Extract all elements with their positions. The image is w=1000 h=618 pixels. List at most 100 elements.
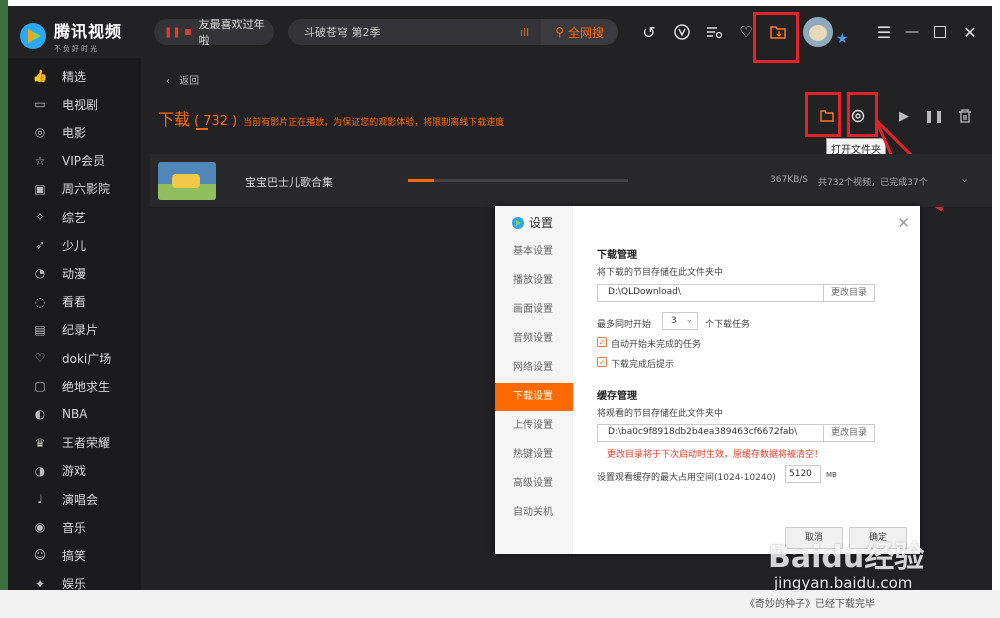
sidebar-item-label: 演唱会 xyxy=(62,492,99,507)
minimize-icon[interactable]: — xyxy=(900,20,924,44)
settings-tab-7[interactable]: 热键设置 xyxy=(495,441,573,469)
open-folder-highlight xyxy=(805,92,841,137)
sidebar-item-6[interactable]: ➶ 少儿 xyxy=(8,231,141,259)
sidebar-item-8[interactable]: ◌ 看看 xyxy=(8,288,141,316)
sidebar-item-label: 游戏 xyxy=(62,464,87,479)
download-item[interactable]: 宝宝巴士儿歌合集 367KB/S 共732个视频，已完成37个 ⌄ xyxy=(150,154,992,207)
settings-tab-8[interactable]: 高级设置 xyxy=(495,470,573,498)
chevron-left-icon: ‹ xyxy=(166,76,170,87)
sidebar-item-11[interactable]: ▢ 绝地求生 xyxy=(8,372,141,400)
settings-tab-0[interactable]: 基本设置 xyxy=(495,238,573,266)
cache-max-label: 设置观看缓存的最大占用空间(1024-10240) xyxy=(597,473,776,483)
settings-tab-5[interactable]: 下载设置 xyxy=(495,383,573,411)
cache-unit: MB xyxy=(826,471,837,479)
close-icon[interactable]: ✕ xyxy=(958,20,982,44)
sidebar-item-0[interactable]: 👍 精选 xyxy=(8,62,141,90)
sidebar: 👍 精选 ▭ 电视剧 ◎ 电影 ☆ VIP会员 ▣ 周六影院 ✧ 综艺 ➶ 少儿 ◔ 动漫 ◌ 看看 ▤ 纪录片 ♡ do… xyxy=(8,58,141,590)
now-playing-title: 友最喜欢过年啦 xyxy=(198,18,265,47)
search-input[interactable]: 斗破苍穹 第2季 xyxy=(304,24,520,40)
back-link[interactable]: ‹ 返回 xyxy=(166,72,199,87)
sidebar-item-label: 精选 xyxy=(62,69,87,84)
star-outline-icon: ☆ xyxy=(34,153,46,168)
page-title: 下载 xyxy=(158,110,191,129)
sidebar-item-1[interactable]: ▭ 电视剧 xyxy=(8,90,141,118)
history-icon[interactable]: ↺ xyxy=(637,20,661,44)
settings-dialog: 基本设置 播放设置 画面设置 音频设置 网络设置 下载设置 上传设置 热键设置 高级设置 自动关机… xyxy=(495,206,920,554)
change-cache-dir-button[interactable]: 更改目录 xyxy=(823,425,874,441)
sidebar-item-18[interactable]: ✦ 娱乐 xyxy=(8,570,141,590)
sidebar-item-label: 综艺 xyxy=(62,210,87,225)
sidebar-item-10[interactable]: ♡ doki广场 xyxy=(8,344,141,372)
sparkle-icon: ✦ xyxy=(34,576,46,590)
title-bar: 腾讯视频 不负好时光 ❚❚ 友最喜欢过年啦 斗破苍穹 第2季 ıll ⚲ 全网搜… xyxy=(8,6,992,63)
delete-icon[interactable] xyxy=(953,104,977,128)
sidebar-item-13[interactable]: ♛ 王者荣耀 xyxy=(8,429,141,457)
sidebar-item-3[interactable]: ☆ VIP会员 xyxy=(8,147,141,175)
maximize-icon[interactable] xyxy=(928,20,952,44)
vip-star-icon: ★ xyxy=(836,31,849,47)
sidebar-item-label: 音乐 xyxy=(62,520,87,535)
search-button[interactable]: ⚲ 全网搜 xyxy=(541,19,618,45)
settings-tab-1[interactable]: 播放设置 xyxy=(495,267,573,295)
speed-limit-notice: 当前有影片正在播放，为保证您的观影体验，将限制离线下载速度 xyxy=(243,118,505,128)
dialog-close-icon[interactable]: ✕ xyxy=(897,214,910,232)
user-avatar[interactable] xyxy=(803,17,833,47)
download-progress-bar xyxy=(408,179,628,182)
playlist-icon[interactable] xyxy=(702,20,726,44)
download-thumbnail xyxy=(158,162,216,200)
settings-tab-9[interactable]: 自动关机 xyxy=(495,499,573,527)
sidebar-item-14[interactable]: ◑ 游戏 xyxy=(8,457,141,485)
sidebar-item-label: 王者荣耀 xyxy=(62,436,111,451)
menu-icon[interactable]: ☰ xyxy=(872,20,896,44)
sidebar-item-label: doki广场 xyxy=(62,351,112,366)
download-icon-highlight xyxy=(753,12,799,63)
app-logo-title: 腾讯视频 xyxy=(54,22,123,41)
magic-wand-icon: ✧ xyxy=(34,210,46,224)
sidebar-item-17[interactable]: ☺ 搞笑 xyxy=(8,541,141,569)
sidebar-item-5[interactable]: ✧ 综艺 xyxy=(8,203,141,231)
settings-tab-4[interactable]: 网络设置 xyxy=(495,354,573,382)
auto-start-checkbox[interactable]: ✓ xyxy=(597,337,607,347)
cat-face-icon: ◔ xyxy=(34,266,46,281)
tv-icon: ▭ xyxy=(34,97,46,112)
sidebar-item-7[interactable]: ◔ 动漫 xyxy=(8,259,141,287)
concurrent-select[interactable]: 3 ⌄ xyxy=(662,312,698,330)
cache-path-field[interactable]: D:\ba0c9f8918db2b4ea389463cf6672fab\ 更改目… xyxy=(597,424,875,442)
smile-icon: ☺ xyxy=(33,548,47,563)
theater-icon: ▣ xyxy=(34,181,46,196)
settings-tab-6[interactable]: 上传设置 xyxy=(495,412,573,440)
background-window-edge xyxy=(0,0,8,618)
settings-tab-3[interactable]: 音频设置 xyxy=(495,325,573,353)
notify-done-checkbox[interactable]: ✓ xyxy=(597,357,607,367)
app-logo[interactable]: 腾讯视频 不负好时光 xyxy=(18,18,122,54)
sidebar-item-12[interactable]: ◐ NBA xyxy=(8,400,141,428)
now-playing-pill[interactable]: ❚❚ 友最喜欢过年啦 xyxy=(154,18,274,47)
search-box[interactable]: 斗破苍穹 第2季 ıll ⚲ 全网搜 xyxy=(288,19,618,45)
download-management-title: 下载管理 xyxy=(597,250,637,261)
chevron-down-icon[interactable]: ⌄ xyxy=(960,172,969,185)
pause-icon: ❚❚ xyxy=(164,26,181,38)
film-strip-icon: ▤ xyxy=(34,322,46,337)
download-path-field[interactable]: D:\QLDownload\ 更改目录 xyxy=(597,284,875,302)
download-path-value: D:\QLDownload\ xyxy=(608,287,681,297)
sidebar-item-2[interactable]: ◎ 电影 xyxy=(8,118,141,146)
music-disc-icon: ◉ xyxy=(34,520,46,535)
sidebar-item-4[interactable]: ▣ 周六影院 xyxy=(8,175,141,203)
sidebar-item-9[interactable]: ▤ 纪录片 xyxy=(8,316,141,344)
cache-max-input[interactable]: 5120 xyxy=(785,465,821,483)
sidebar-item-15[interactable]: ♩ 演唱会 xyxy=(8,485,141,513)
concurrent-value: 3 xyxy=(671,316,677,326)
settings-tab-2[interactable]: 画面设置 xyxy=(495,296,573,324)
watermark-url: jingyan.baidu.com xyxy=(774,574,913,592)
change-download-dir-button[interactable]: 更改目录 xyxy=(823,285,874,301)
sidebar-item-16[interactable]: ◉ 音乐 xyxy=(8,513,141,541)
download-status: 共732个视频，已完成37个 xyxy=(818,178,928,188)
hot-trend-icon: ıll xyxy=(520,25,530,39)
sidebar-item-label: 电影 xyxy=(62,125,87,140)
auto-start-label: 自动开始未完成的任务 xyxy=(611,340,702,350)
vip-icon[interactable] xyxy=(670,20,694,44)
sidebar-item-label: 绝地求生 xyxy=(62,379,111,394)
sidebar-item-label: 搞笑 xyxy=(62,548,87,563)
back-label: 返回 xyxy=(179,76,200,87)
crown-icon: ♛ xyxy=(34,435,46,450)
